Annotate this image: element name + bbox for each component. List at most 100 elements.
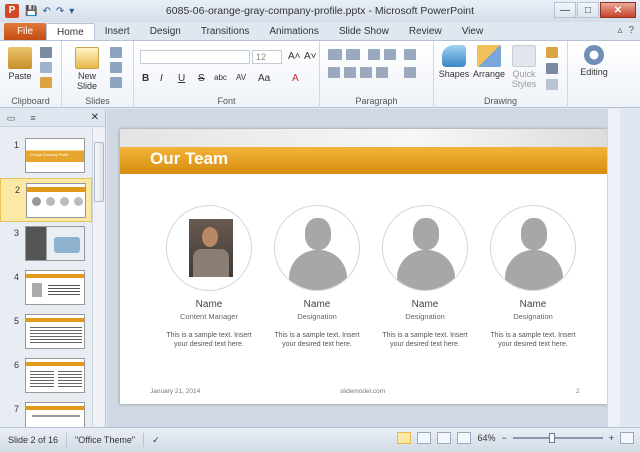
team-member-1[interactable]: Name Content Manager This is a sample te… (159, 205, 259, 349)
zoom-out-button[interactable]: − (501, 433, 506, 443)
member-photo-placeholder[interactable] (274, 205, 360, 291)
minimize-ribbon-icon[interactable]: ▵ (617, 25, 622, 36)
member-description[interactable]: This is a sample text. Insert your desir… (375, 331, 475, 349)
slide-thumb-5[interactable]: 5 (0, 310, 92, 354)
minimize-button[interactable]: — (554, 2, 576, 18)
align-center-icon[interactable] (344, 67, 356, 78)
align-left-icon[interactable] (328, 67, 340, 78)
member-role[interactable]: Designation (375, 312, 475, 321)
spelling-check-icon[interactable]: ✓ (144, 433, 168, 447)
slide-footer-page[interactable]: 2 (576, 388, 580, 395)
current-slide[interactable]: Our Team Name Content Manager This is a … (120, 129, 607, 404)
cut-icon[interactable] (40, 47, 52, 58)
help-icon[interactable]: ? (628, 25, 634, 36)
editing-button[interactable]: Editing (574, 45, 614, 77)
tab-file[interactable]: File (4, 23, 46, 41)
bullets-icon[interactable] (328, 49, 342, 60)
slideshow-view-button[interactable] (457, 432, 472, 444)
team-member-4[interactable]: Name Designation This is a sample text. … (483, 205, 583, 349)
decrease-indent-icon[interactable] (368, 49, 380, 60)
font-size-input[interactable]: 12 (252, 50, 282, 64)
strikethrough-button[interactable]: S (198, 73, 205, 84)
fit-to-window-button[interactable] (620, 432, 634, 444)
thumbnails-scrollbar[interactable] (92, 128, 105, 427)
undo-icon[interactable]: ↶ (42, 6, 50, 17)
tab-insert[interactable]: Insert (95, 23, 140, 41)
shapes-button[interactable]: Shapes (438, 45, 470, 79)
normal-view-button[interactable] (397, 432, 412, 444)
copy-icon[interactable] (40, 62, 52, 73)
shape-fill-icon[interactable] (546, 47, 558, 58)
maximize-button[interactable]: □ (577, 2, 599, 18)
tab-review[interactable]: Review (399, 23, 452, 41)
member-photo-placeholder[interactable] (490, 205, 576, 291)
member-name[interactable]: Name (375, 299, 475, 310)
member-role[interactable]: Designation (267, 312, 367, 321)
close-button[interactable]: ✕ (600, 2, 636, 18)
zoom-slider[interactable] (512, 433, 603, 443)
member-name[interactable]: Name (267, 299, 367, 310)
tab-animations[interactable]: Animations (259, 23, 328, 41)
slide-title[interactable]: Our Team (150, 149, 228, 169)
text-direction-icon[interactable] (404, 49, 416, 60)
slides-tab-icon[interactable]: ▭ (0, 110, 22, 126)
slide-thumb-1[interactable]: 1 Orange Company Profile (0, 134, 92, 178)
member-photo[interactable] (166, 205, 252, 291)
shape-outline-icon[interactable] (546, 63, 558, 74)
powerpoint-app-icon[interactable]: P (5, 4, 19, 18)
justify-icon[interactable] (376, 67, 388, 78)
team-member-2[interactable]: Name Designation This is a sample text. … (267, 205, 367, 349)
layout-icon[interactable] (110, 47, 122, 58)
member-description[interactable]: This is a sample text. Insert your desir… (267, 331, 367, 349)
section-icon[interactable] (110, 77, 122, 88)
tab-home[interactable]: Home (46, 23, 95, 41)
grow-font-icon[interactable]: A˄ (288, 51, 301, 62)
slide-footer-site[interactable]: slidemodel.com (340, 388, 385, 395)
font-name-input[interactable] (140, 50, 250, 64)
italic-button[interactable]: I (160, 73, 163, 84)
format-painter-icon[interactable] (40, 77, 52, 88)
slide-thumb-6[interactable]: 6 (0, 354, 92, 398)
tab-slide-show[interactable]: Slide Show (329, 23, 399, 41)
member-role[interactable]: Content Manager (159, 312, 259, 321)
reading-view-button[interactable] (437, 432, 452, 444)
align-right-icon[interactable] (360, 67, 372, 78)
zoom-in-button[interactable]: + (609, 433, 614, 443)
tab-transitions[interactable]: Transitions (191, 23, 260, 41)
member-name[interactable]: Name (159, 299, 259, 310)
tab-view[interactable]: View (452, 23, 494, 41)
member-photo-placeholder[interactable] (382, 205, 468, 291)
numbering-icon[interactable] (346, 49, 360, 60)
redo-icon[interactable]: ↷ (56, 6, 64, 17)
zoom-slider-knob[interactable] (548, 433, 555, 443)
member-description[interactable]: This is a sample text. Insert your desir… (483, 331, 583, 349)
slide-sorter-view-button[interactable] (417, 432, 432, 444)
slide-thumb-2[interactable]: 2 (0, 178, 92, 222)
member-name[interactable]: Name (483, 299, 583, 310)
increase-indent-icon[interactable] (384, 49, 396, 60)
team-member-3[interactable]: Name Designation This is a sample text. … (375, 205, 475, 349)
slide-thumb-4[interactable]: 4 (0, 266, 92, 310)
shrink-font-icon[interactable]: A˅ (304, 51, 317, 62)
new-slide-button[interactable]: New Slide (70, 47, 104, 91)
outline-tab-icon[interactable]: ≡ (22, 110, 44, 126)
paste-button[interactable]: Paste (6, 47, 34, 81)
member-description[interactable]: This is a sample text. Insert your desir… (159, 331, 259, 349)
slide-footer-date[interactable]: January 21, 2014 (150, 388, 200, 395)
underline-button[interactable]: U (178, 73, 185, 84)
font-color-button[interactable]: A (292, 73, 299, 84)
scrollbar-thumb[interactable] (94, 142, 104, 202)
columns-icon[interactable] (404, 67, 416, 78)
quick-styles-button[interactable]: Quick Styles (508, 45, 540, 89)
shadow-button[interactable]: abc (214, 73, 227, 82)
arrange-button[interactable]: Arrange (472, 45, 506, 79)
close-panel-icon[interactable]: ✕ (91, 112, 99, 123)
shape-effects-icon[interactable] (546, 79, 558, 90)
slide-area-scrollbar[interactable] (607, 109, 620, 427)
theme-status[interactable]: "Office Theme" (67, 433, 145, 447)
char-spacing-button[interactable]: AV (236, 73, 246, 82)
reset-icon[interactable] (110, 62, 122, 73)
zoom-level[interactable]: 64% (477, 433, 495, 443)
slide-thumb-7[interactable]: 7 (0, 398, 92, 427)
change-case-button[interactable]: Aa (258, 73, 270, 84)
